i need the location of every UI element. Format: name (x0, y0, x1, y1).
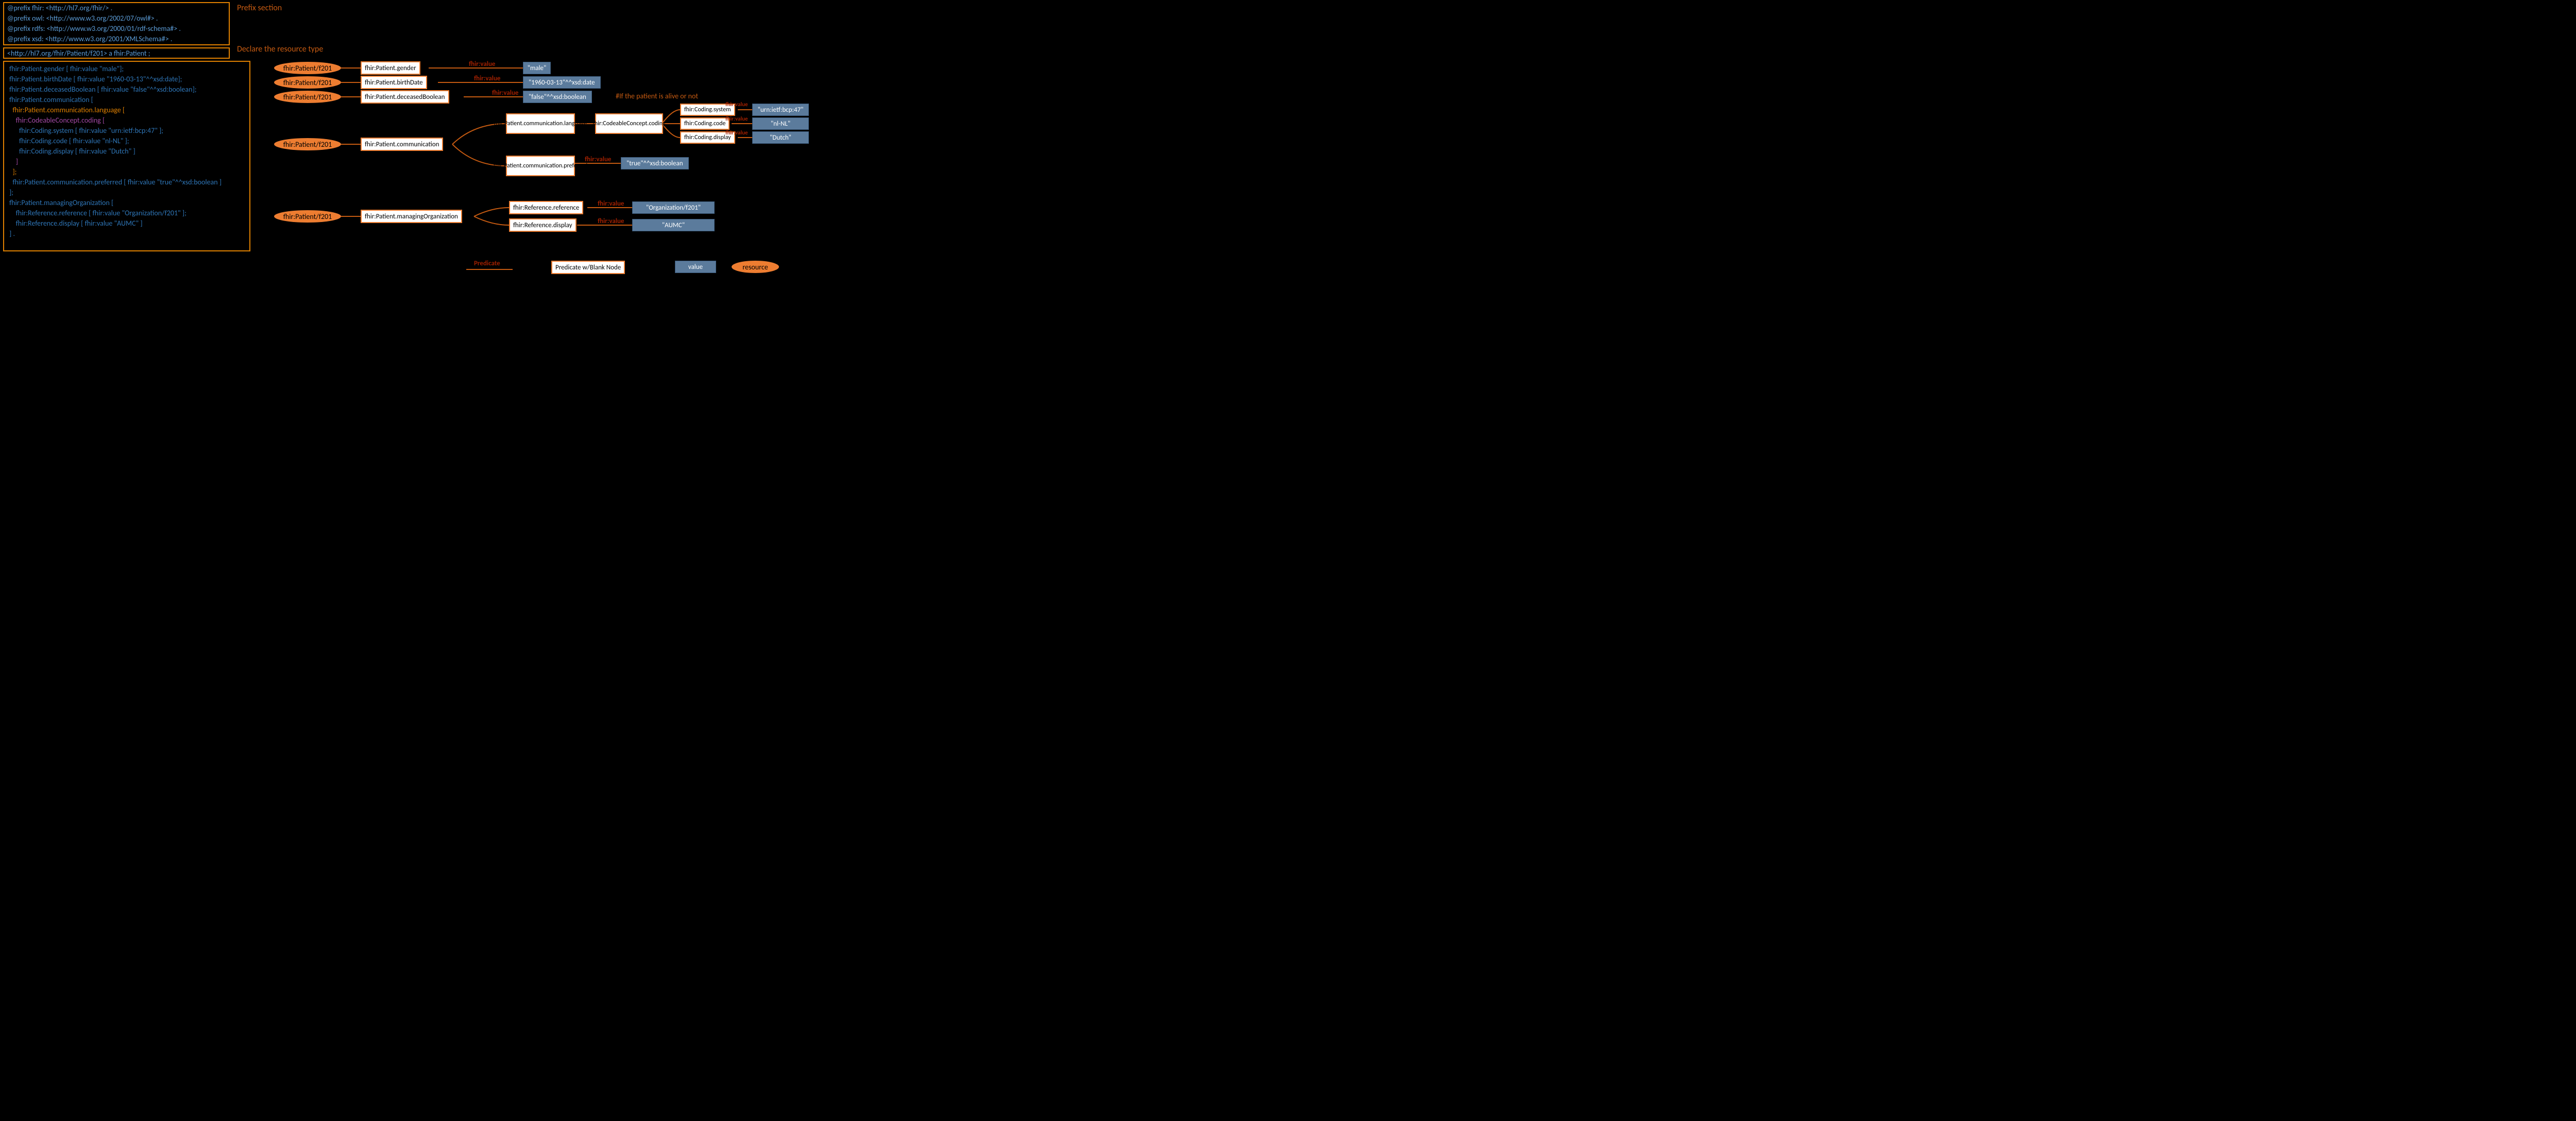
legend-predicate-blank: Predicate w/Blank Node (551, 261, 625, 274)
resource-node: fhir:Patient/f201 (274, 91, 341, 103)
prefix-line: @prefix owl: <http://www.w3.org/2002/07/… (4, 13, 229, 24)
code-line: fhir:Patient.managingOrganization [ (6, 198, 247, 208)
value-node: "true"^^xsd:boolean (621, 157, 689, 169)
predicate-label: fhir:value (474, 75, 500, 82)
predicate-blank-node: fhir:Coding.code (680, 117, 730, 130)
predicate-label: fhir:value (725, 115, 748, 122)
code-line: fhir:CodeableConcept.coding [ (6, 115, 247, 126)
predicate-blank-node: fhir:Patient.birthDate (361, 76, 427, 89)
predicate-blank-node: fhir:Reference.reference (509, 201, 583, 214)
predicate-label: fhir:value (492, 89, 518, 97)
code-line: fhir:Patient.gender [ fhir:value "male"]… (6, 64, 247, 74)
predicate-label: fhir:value (725, 129, 748, 136)
declare-type-label: Declare the resource type (237, 44, 323, 54)
code-line: fhir:Patient.deceasedBoolean [ fhir:valu… (6, 84, 247, 95)
predicate-blank-node: fhir:Patient.communication.language (506, 113, 575, 134)
value-node: "Organization/f201" (632, 201, 715, 214)
value-node: "nl-NL" (752, 117, 809, 130)
code-line: fhir:Coding.display [ fhir:value "Dutch"… (6, 146, 247, 157)
code-line: ]; (6, 188, 247, 198)
predicate-label: fhir:value (585, 156, 611, 163)
code-line: ] (6, 157, 247, 167)
predicate-blank-node: fhir:Patient.gender (361, 61, 420, 75)
code-line: ] . (6, 229, 247, 239)
code-line: fhir:Coding.code [ fhir:value "nl-NL" ]; (6, 136, 247, 146)
value-node: "Dutch" (752, 131, 809, 144)
code-line: ]; (6, 167, 247, 177)
predicate-label: fhir:value (598, 217, 624, 225)
predicate-blank-node: fhir:Patient.communication.preferred (506, 156, 575, 176)
predicate-label: fhir:value (598, 200, 624, 208)
code-line: fhir:Reference.reference [ fhir:value "O… (6, 208, 247, 218)
legend-predicate-label: Predicate (474, 260, 500, 267)
prefix-line: @prefix fhir: <http://hl7.org/fhir/> . (4, 3, 229, 13)
resource-node: fhir:Patient/f201 (274, 138, 341, 150)
predicate-label: fhir:value (469, 60, 495, 68)
resource-node: fhir:Patient/f201 (274, 210, 341, 223)
code-line: fhir:Patient.birthDate [ fhir:value "196… (6, 74, 247, 84)
value-node: "urn:ietf:bcp:47" (752, 104, 809, 116)
prefix-line: @prefix xsd: <http://www.w3.org/2001/XML… (4, 34, 229, 44)
predicate-blank-node: fhir:Reference.display (509, 218, 577, 232)
code-line: fhir:Coding.system [ fhir:value "urn:iet… (6, 126, 247, 136)
declare-line: <http://hl7.org/fhir/Patient/f201> a fhi… (4, 48, 229, 59)
predicate-blank-node: fhir:Patient.communication (361, 138, 443, 151)
alive-comment: #If the patient is alive or not (616, 92, 698, 100)
code-line: fhir:Patient.communication.language [ (6, 105, 247, 115)
predicate-blank-node: fhir:CodeableConcept.coding (595, 113, 663, 134)
resource-node: fhir:Patient/f201 (274, 76, 341, 89)
value-node: "1960-03-13"^^xsd:date (523, 76, 601, 89)
legend-predicate-line (466, 269, 513, 270)
body-box: fhir:Patient.gender [ fhir:value "male"]… (3, 61, 250, 251)
predicate-blank-node: fhir:Patient.managingOrganization (361, 210, 462, 223)
predicate-blank-node: fhir:Patient.deceasedBoolean (361, 90, 449, 104)
prefix-box: @prefix fhir: <http://hl7.org/fhir/> . @… (3, 2, 230, 45)
legend-value: value (675, 261, 716, 273)
code-line: fhir:Patient.communication [ (6, 95, 247, 105)
value-node: "male" (523, 62, 551, 74)
value-node: "AUMC" (632, 219, 715, 231)
resource-node: fhir:Patient/f201 (274, 62, 341, 74)
value-node: "false"^^xsd:boolean (523, 91, 592, 103)
declare-box: <http://hl7.org/fhir/Patient/f201> a fhi… (3, 47, 230, 59)
prefix-section-label: Prefix section (237, 3, 282, 13)
predicate-label: fhir:value (725, 101, 748, 108)
code-line: fhir:Reference.display [ fhir:value "AUM… (6, 218, 247, 229)
prefix-line: @prefix rdfs: <http://www.w3.org/2000/01… (4, 24, 229, 34)
legend-resource: resource (732, 261, 779, 273)
code-line: fhir:Patient.communication.preferred [ f… (6, 177, 247, 188)
